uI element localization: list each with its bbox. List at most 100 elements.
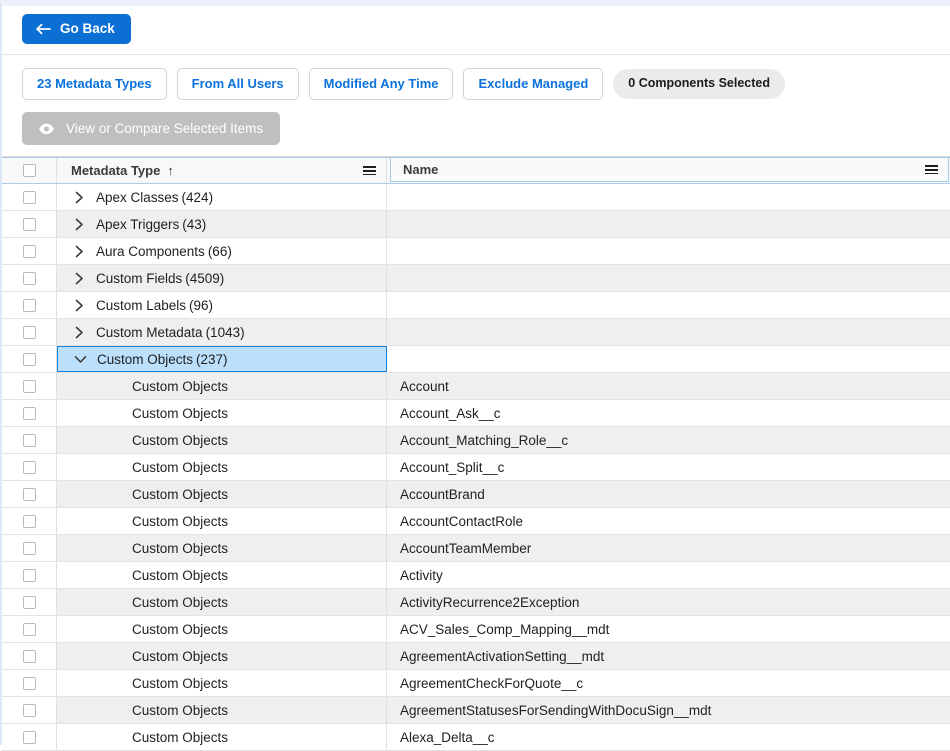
row-name-cell[interactable]: Alexa_Delta__c [387,724,950,750]
row-name-cell[interactable] [387,211,950,237]
row-name-cell[interactable]: AccountBrand [387,481,950,507]
select-all-checkbox[interactable] [22,164,36,178]
table-row[interactable]: Custom Objects Account [2,373,950,401]
table-row[interactable]: Custom Objects Account_Matching_Role__c [2,427,950,455]
row-checkbox[interactable] [22,568,36,582]
row-name-cell[interactable]: ActivityRecurrence2Exception [387,589,950,615]
table-row[interactable]: Custom Objects (237) [2,346,950,374]
row-name-cell[interactable] [387,319,950,345]
group-row-type-cell[interactable]: Custom Objects (237) [57,346,387,373]
table-row[interactable]: Custom Objects Alexa_Delta__c [2,724,950,751]
table-row[interactable]: Custom Objects AgreementActivationSetting… [2,643,950,671]
row-type-cell[interactable]: Custom Objects [57,427,387,454]
table-row[interactable]: Custom Objects AccountTeamMember [2,535,950,563]
row-checkbox[interactable] [22,271,36,285]
row-type-cell[interactable]: Custom Objects [57,535,387,562]
table-row[interactable]: Custom Objects Account_Ask__c [2,400,950,428]
header-name-cell[interactable]: Name [390,157,949,183]
table-row[interactable]: Custom Objects ACV_Sales_Comp_Mapping__md… [2,616,950,644]
row-type-cell[interactable]: Custom Objects [57,508,387,535]
row-type-cell[interactable]: Custom Objects [57,454,387,481]
row-name-cell[interactable] [387,265,950,291]
table-row[interactable]: Custom Objects AccountBrand [2,481,950,509]
group-row-type-cell[interactable]: Aura Components (66) [57,238,387,265]
chevron-right-icon[interactable] [71,216,87,232]
row-name-cell[interactable]: Account [387,373,950,399]
group-row-type-cell[interactable]: Custom Metadata (1043) [57,319,387,346]
row-name-cell[interactable]: Account_Split__c [387,454,950,480]
header-metadata-type-cell[interactable]: Metadata Type ↑ [57,158,387,184]
group-row-type-cell[interactable]: Apex Triggers (43) [57,211,387,238]
row-name-cell[interactable]: AccountContactRole [387,508,950,534]
row-checkbox[interactable] [22,379,36,393]
row-type-cell[interactable]: Custom Objects [57,481,387,508]
row-checkbox[interactable] [22,190,36,204]
filter-from-all-users[interactable]: From All Users [176,67,299,100]
view-or-compare-button[interactable]: View or Compare Selected Items [22,111,281,146]
column-menu-icon[interactable] [363,166,376,176]
row-checkbox[interactable] [22,622,36,636]
row-name-cell[interactable]: Account_Ask__c [387,400,950,426]
row-checkbox[interactable] [22,244,36,258]
filter-metadata-types[interactable]: 23 Metadata Types [22,67,167,100]
row-checkbox[interactable] [22,649,36,663]
row-type-cell[interactable]: Custom Objects [57,589,387,616]
row-name-cell[interactable]: AccountTeamMember [387,535,950,561]
row-name-cell[interactable]: AgreementCheckForQuote__c [387,670,950,696]
table-row[interactable]: Custom Objects Account_Split__c [2,454,950,482]
table-row[interactable]: Aura Components (66) [2,238,950,266]
group-row-type-cell[interactable]: Apex Classes (424) [57,184,387,211]
row-checkbox[interactable] [22,541,36,555]
table-row[interactable]: Custom Objects AccountContactRole [2,508,950,536]
row-checkbox[interactable] [22,676,36,690]
column-menu-icon[interactable] [925,165,938,175]
row-name-cell[interactable]: Activity [387,562,950,588]
chevron-right-icon[interactable] [71,270,87,286]
chevron-right-icon[interactable] [71,189,87,205]
row-name-cell[interactable] [387,238,950,264]
row-type-cell[interactable]: Custom Objects [57,643,387,670]
row-name-cell[interactable]: AgreementStatusesForSendingWithDocuSign_… [387,697,950,723]
row-checkbox[interactable] [22,298,36,312]
row-type-cell[interactable]: Custom Objects [57,724,387,751]
row-checkbox[interactable] [22,595,36,609]
row-checkbox[interactable] [22,325,36,339]
row-checkbox[interactable] [22,433,36,447]
chevron-right-icon[interactable] [71,324,87,340]
row-type-cell[interactable]: Custom Objects [57,616,387,643]
row-checkbox[interactable] [22,406,36,420]
table-row[interactable]: Custom Objects AgreementStatusesForSendin… [2,697,950,725]
row-name-cell[interactable] [387,184,950,210]
row-checkbox[interactable] [22,487,36,501]
row-name-cell[interactable]: AgreementActivationSetting__mdt [387,643,950,669]
row-checkbox[interactable] [22,460,36,474]
group-row-type-cell[interactable]: Custom Fields (4509) [57,265,387,292]
table-row[interactable]: Custom Fields (4509) [2,265,950,293]
row-checkbox[interactable] [22,730,36,744]
row-checkbox[interactable] [22,514,36,528]
table-row[interactable]: Custom Objects Activity [2,562,950,590]
go-back-button[interactable]: Go Back [22,14,131,44]
row-checkbox[interactable] [22,217,36,231]
table-row[interactable]: Custom Labels (96) [2,292,950,320]
chevron-right-icon[interactable] [71,243,87,259]
table-row[interactable]: Custom Objects ActivityRecurrence2Excepti… [2,589,950,617]
table-row[interactable]: Apex Classes (424) [2,184,950,212]
row-type-cell[interactable]: Custom Objects [57,373,387,400]
row-type-cell[interactable]: Custom Objects [57,670,387,697]
chevron-right-icon[interactable] [71,297,87,313]
row-checkbox[interactable] [22,703,36,717]
table-row[interactable]: Custom Metadata (1043) [2,319,950,347]
row-name-cell[interactable] [387,346,950,372]
table-row[interactable]: Apex Triggers (43) [2,211,950,239]
row-name-cell[interactable]: ACV_Sales_Comp_Mapping__mdt [387,616,950,642]
row-type-cell[interactable]: Custom Objects [57,400,387,427]
filter-modified-any-time[interactable]: Modified Any Time [308,67,454,100]
chevron-down-icon[interactable] [72,351,88,367]
row-name-cell[interactable]: Account_Matching_Role__c [387,427,950,453]
row-checkbox[interactable] [22,352,36,366]
row-type-cell[interactable]: Custom Objects [57,697,387,724]
row-type-cell[interactable]: Custom Objects [57,562,387,589]
group-row-type-cell[interactable]: Custom Labels (96) [57,292,387,319]
filter-exclude-managed[interactable]: Exclude Managed [463,67,604,100]
